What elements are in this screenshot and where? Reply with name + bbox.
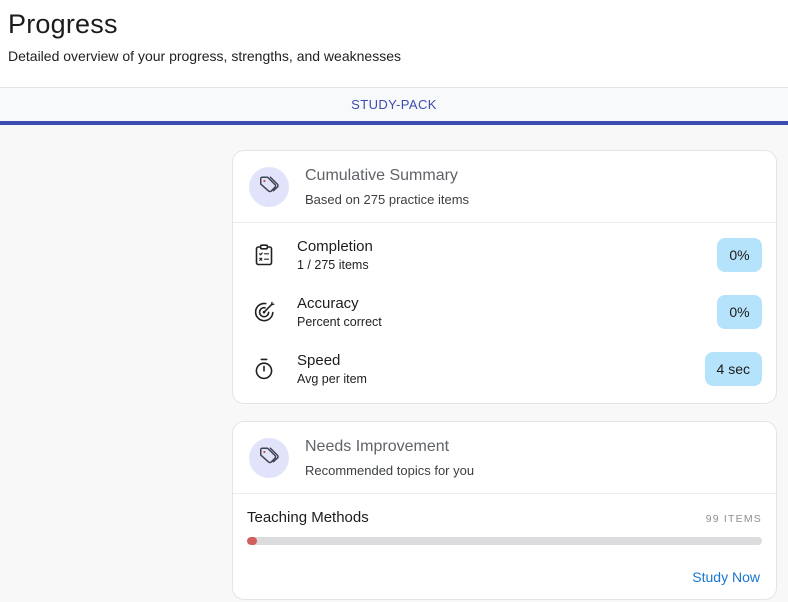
row-text: Accuracy Percent correct bbox=[297, 295, 717, 329]
clipboard-checklist-icon bbox=[251, 242, 277, 268]
speed-value-badge: 4 sec bbox=[705, 352, 762, 386]
card-column: Cumulative Summary Based on 275 practice… bbox=[232, 150, 777, 600]
improvement-card-title: Needs Improvement bbox=[305, 438, 474, 456]
improvement-card-heading: Needs Improvement Recommended topics for… bbox=[305, 438, 474, 478]
stopwatch-icon bbox=[251, 356, 277, 382]
topic-head: Teaching Methods 99 ITEMS bbox=[247, 509, 762, 526]
topic-progress-bar bbox=[247, 537, 762, 545]
cumulative-summary-card: Cumulative Summary Based on 275 practice… bbox=[232, 150, 777, 404]
improvement-card-header: Needs Improvement Recommended topics for… bbox=[233, 422, 776, 493]
row-sublabel: Percent correct bbox=[297, 315, 717, 329]
page-subtitle: Detailed overview of your progress, stre… bbox=[8, 48, 780, 64]
study-now-button[interactable]: Study Now bbox=[692, 569, 760, 585]
avatar bbox=[249, 167, 289, 207]
needs-improvement-card: Needs Improvement Recommended topics for… bbox=[232, 421, 777, 600]
row-text: Speed Avg per item bbox=[297, 352, 705, 386]
main-content: Cumulative Summary Based on 275 practice… bbox=[0, 125, 788, 602]
tags-icon bbox=[258, 174, 280, 201]
page-header: Progress Detailed overview of your progr… bbox=[0, 0, 788, 87]
topic-item-count: 99 ITEMS bbox=[706, 513, 762, 525]
summary-card-header: Cumulative Summary Based on 275 practice… bbox=[233, 151, 776, 222]
row-sublabel: 1 / 275 items bbox=[297, 258, 717, 272]
row-text: Completion 1 / 275 items bbox=[297, 238, 717, 272]
row-sublabel: Avg per item bbox=[297, 372, 705, 386]
tags-icon bbox=[258, 445, 280, 472]
row-label: Accuracy bbox=[297, 295, 717, 312]
accuracy-value-badge: 0% bbox=[717, 295, 762, 329]
topic-progress-fill bbox=[247, 537, 257, 545]
tab-bar: STUDY-PACK bbox=[0, 87, 788, 121]
summary-rows: Completion 1 / 275 items 0% bbox=[233, 223, 776, 403]
tab-study-pack[interactable]: STUDY-PACK bbox=[335, 88, 453, 121]
row-label: Speed bbox=[297, 352, 705, 369]
summary-row-speed: Speed Avg per item 4 sec bbox=[233, 340, 776, 397]
topic-name: Teaching Methods bbox=[247, 509, 369, 526]
summary-card-subtitle: Based on 275 practice items bbox=[305, 192, 469, 207]
summary-row-completion: Completion 1 / 275 items 0% bbox=[233, 226, 776, 283]
topic-row: Teaching Methods 99 ITEMS bbox=[233, 494, 776, 545]
improvement-card-subtitle: Recommended topics for you bbox=[305, 463, 474, 478]
target-arrow-icon bbox=[251, 299, 277, 325]
avatar bbox=[249, 438, 289, 478]
summary-card-title: Cumulative Summary bbox=[305, 167, 469, 185]
card-actions: Study Now bbox=[233, 545, 776, 599]
row-label: Completion bbox=[297, 238, 717, 255]
page-title: Progress bbox=[8, 9, 780, 40]
summary-row-accuracy: Accuracy Percent correct 0% bbox=[233, 283, 776, 340]
completion-value-badge: 0% bbox=[717, 238, 762, 272]
summary-card-heading: Cumulative Summary Based on 275 practice… bbox=[305, 167, 469, 207]
